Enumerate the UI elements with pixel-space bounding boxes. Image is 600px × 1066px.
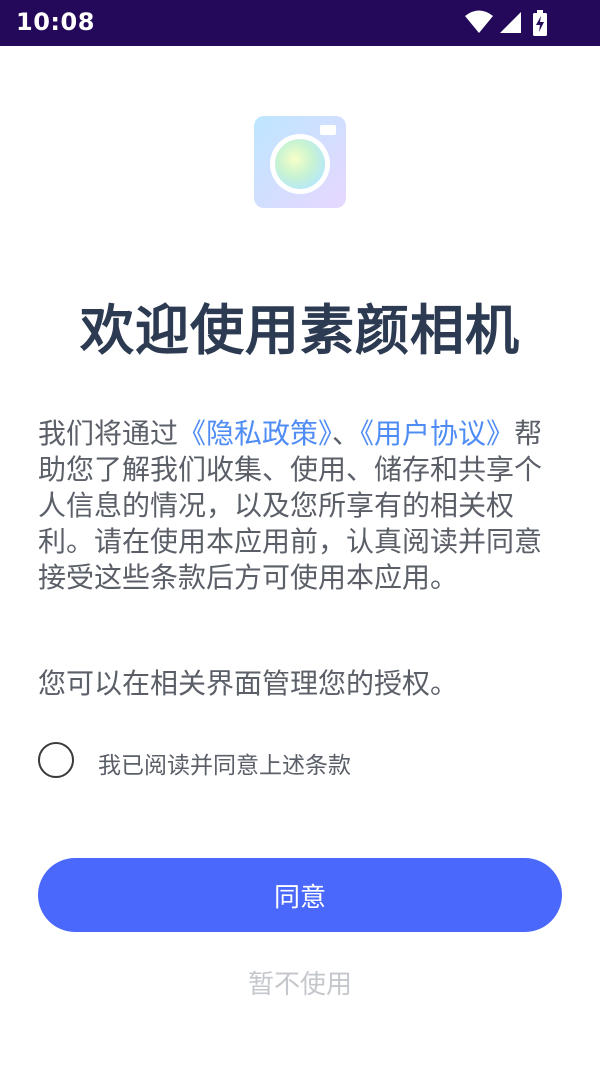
privacy-policy-link[interactable]: 《隐私政策》: [178, 417, 332, 450]
status-bar: 10:08: [0, 0, 600, 46]
welcome-title: 欢迎使用素颜相机: [80, 299, 520, 362]
consent-row[interactable]: 我已阅读并同意上述条款: [38, 742, 558, 782]
privacy-intro-text: 我们将通过《隐私政策》、《用户协议》帮助您了解我们收集、使用、储存和共享个人信息…: [38, 416, 558, 596]
wifi-icon: [465, 10, 493, 33]
signal-icon: [500, 12, 521, 33]
authorization-note: 您可以在相关界面管理您的授权。: [38, 667, 459, 700]
intro-separator: 、: [332, 417, 361, 450]
decline-button[interactable]: 暂不使用: [0, 964, 600, 1001]
app-logo: [254, 116, 346, 208]
agree-button[interactable]: 同意: [38, 858, 562, 932]
user-agreement-link[interactable]: 《用户协议》: [360, 417, 514, 450]
battery-charging-icon: [533, 10, 547, 36]
agree-button-label: 同意: [273, 882, 326, 913]
intro-text-before: 我们将通过: [38, 417, 179, 450]
consent-radio[interactable]: [38, 742, 74, 778]
camera-icon: [254, 116, 346, 208]
status-time: 10:08: [16, 8, 95, 36]
consent-label[interactable]: 我已阅读并同意上述条款: [98, 746, 351, 780]
